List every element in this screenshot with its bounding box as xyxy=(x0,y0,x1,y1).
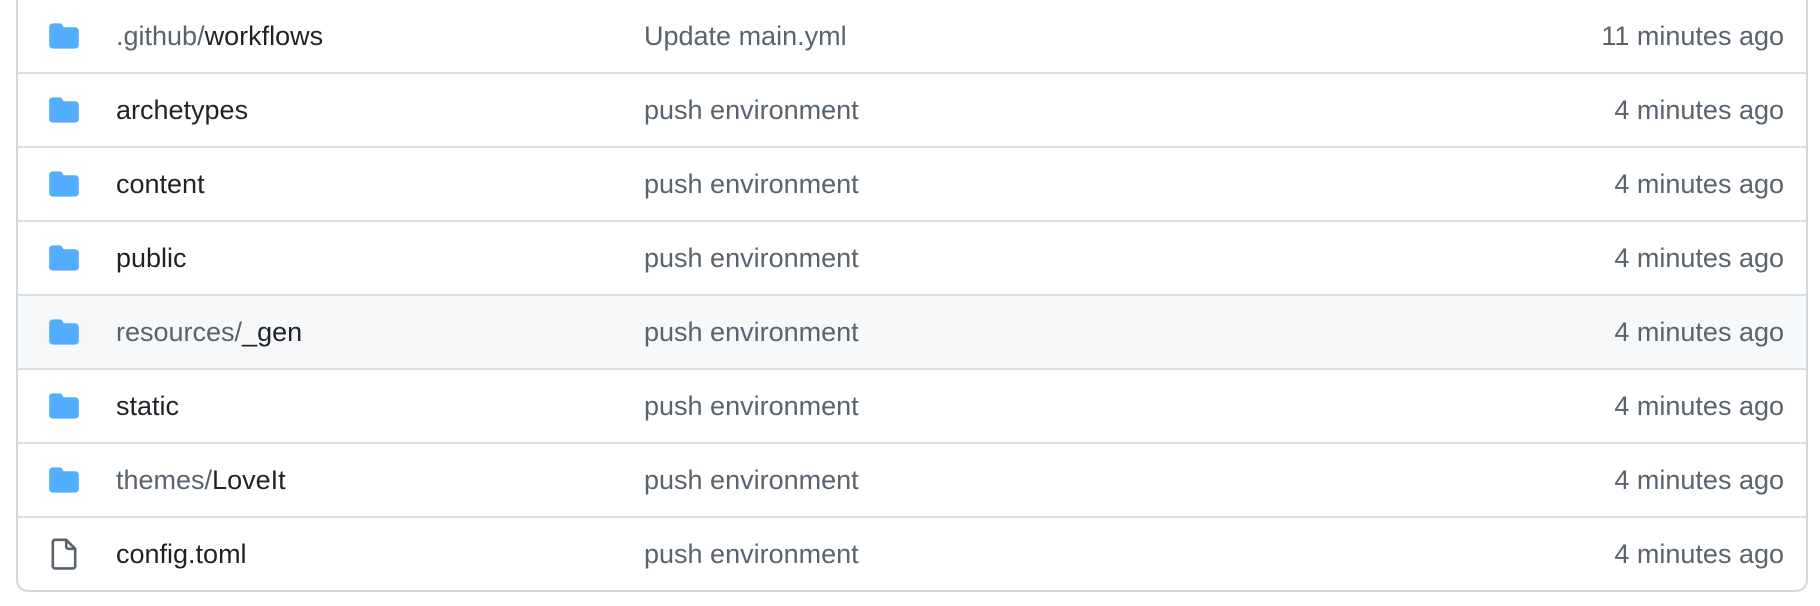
file-row-static[interactable]: static push environment 4 minutes ago xyxy=(18,368,1806,442)
commit-message-link[interactable]: push environment xyxy=(644,391,859,422)
path-name: _gen xyxy=(242,316,303,347)
folder-icon xyxy=(48,390,80,422)
commit-message-link[interactable]: push environment xyxy=(644,169,859,200)
path-name: archetypes xyxy=(116,94,249,125)
file-name-link[interactable]: resources/_gen xyxy=(116,317,302,348)
folder-icon xyxy=(48,464,80,496)
path-name: LoveIt xyxy=(212,464,286,495)
commit-message-link[interactable]: Update main.yml xyxy=(644,21,847,52)
file-row-workflows[interactable]: .github/workflows Update main.yml 11 min… xyxy=(18,0,1806,72)
commit-age: 4 minutes ago xyxy=(1614,94,1784,125)
file-name-link[interactable]: public xyxy=(116,243,187,274)
path-prefix: themes/ xyxy=(116,464,213,495)
commit-message-link[interactable]: push environment xyxy=(644,539,859,570)
file-row-content[interactable]: content push environment 4 minutes ago xyxy=(18,146,1806,220)
file-name-link[interactable]: static xyxy=(116,391,179,422)
file-row-themes-loveit[interactable]: themes/LoveIt push environment 4 minutes… xyxy=(18,442,1806,516)
folder-icon xyxy=(48,316,80,348)
path-name: workflows xyxy=(204,20,324,51)
commit-message-link[interactable]: push environment xyxy=(644,243,859,274)
file-icon xyxy=(48,538,80,570)
file-name-link[interactable]: .github/workflows xyxy=(116,21,323,52)
file-name-link[interactable]: config.toml xyxy=(116,539,247,570)
path-name: static xyxy=(116,390,180,421)
file-list: .github/workflows Update main.yml 11 min… xyxy=(16,0,1808,592)
commit-age: 4 minutes ago xyxy=(1614,464,1784,495)
file-name-link[interactable]: themes/LoveIt xyxy=(116,465,286,496)
commit-age: 4 minutes ago xyxy=(1614,390,1784,421)
path-prefix: .github/ xyxy=(116,20,205,51)
path-name: public xyxy=(116,242,187,273)
folder-icon xyxy=(48,20,80,52)
folder-icon xyxy=(48,168,80,200)
path-prefix: resources/ xyxy=(116,316,243,347)
file-name-link[interactable]: archetypes xyxy=(116,95,248,126)
file-row-archetypes[interactable]: archetypes push environment 4 minutes ag… xyxy=(18,72,1806,146)
commit-age: 4 minutes ago xyxy=(1614,316,1784,347)
path-name: content xyxy=(116,168,205,199)
file-row-config-toml[interactable]: config.toml push environment 4 minutes a… xyxy=(18,516,1806,590)
commit-age: 4 minutes ago xyxy=(1614,538,1784,569)
commit-message-link[interactable]: push environment xyxy=(644,317,859,348)
commit-age: 4 minutes ago xyxy=(1614,242,1784,273)
path-name: config.toml xyxy=(116,538,247,569)
file-row-resources-gen[interactable]: resources/_gen push environment 4 minute… xyxy=(18,294,1806,368)
commit-age: 11 minutes ago xyxy=(1601,20,1784,51)
commit-message-link[interactable]: push environment xyxy=(644,95,859,126)
commit-message-link[interactable]: push environment xyxy=(644,465,859,496)
folder-icon xyxy=(48,94,80,126)
file-name-link[interactable]: content xyxy=(116,169,205,200)
folder-icon xyxy=(48,242,80,274)
file-row-public[interactable]: public push environment 4 minutes ago xyxy=(18,220,1806,294)
commit-age: 4 minutes ago xyxy=(1614,168,1784,199)
